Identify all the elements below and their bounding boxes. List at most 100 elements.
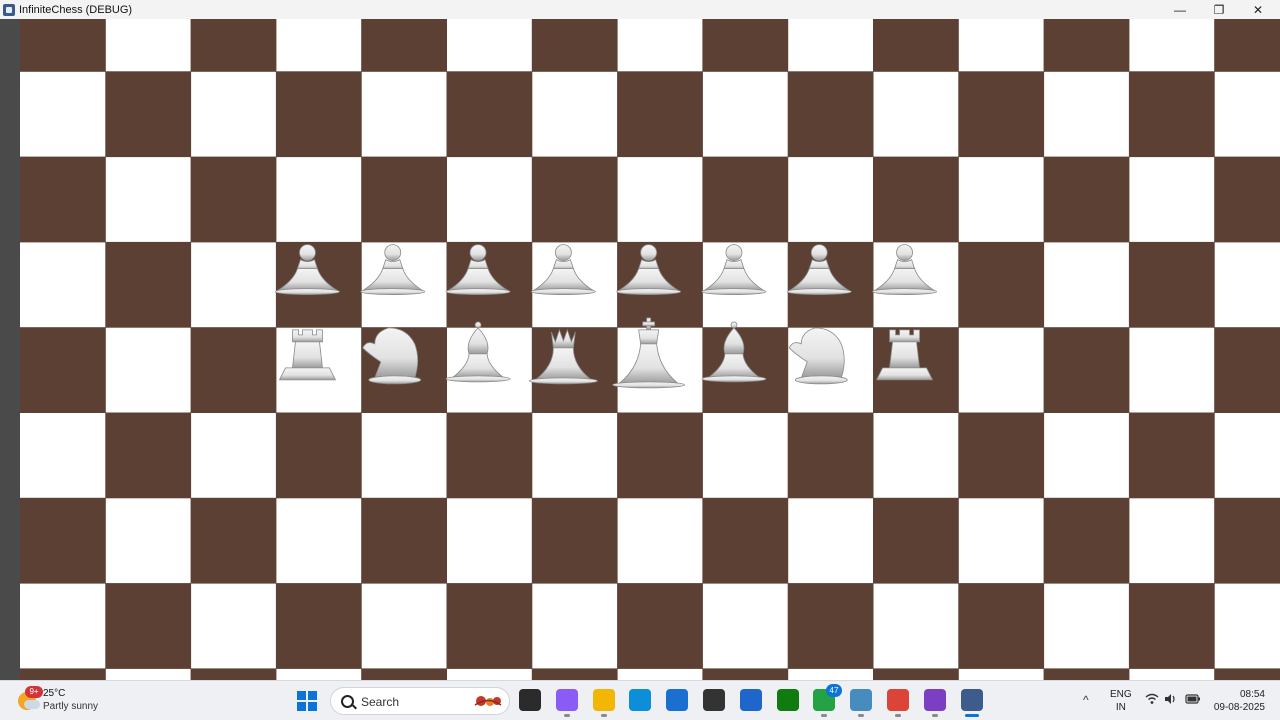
board-square[interactable] [1043,327,1130,413]
board-square[interactable] [20,668,106,680]
running-indicator [932,714,938,717]
board-square[interactable] [105,583,192,669]
white-pawn-piece[interactable] [360,244,426,296]
board-square[interactable] [105,241,192,328]
board-square[interactable] [1214,327,1280,413]
board-square[interactable] [105,71,192,158]
board-square[interactable] [275,71,362,158]
godot-icon[interactable] [850,689,872,711]
running-indicator [895,714,901,717]
title-bar: InfiniteChess (DEBUG) — ❐ ✕ [0,0,1280,19]
board-square[interactable] [958,241,1045,328]
board-square[interactable] [1128,412,1215,499]
board-square[interactable] [1214,497,1280,584]
minimize-button[interactable]: — [1161,0,1199,19]
board-square[interactable] [1214,668,1280,680]
board-canvas[interactable] [20,19,1280,680]
board-square[interactable] [20,497,106,584]
board-square[interactable] [446,412,533,499]
weather-widget[interactable]: 9+ 25°C Partly sunny [16,686,136,716]
wifi-icon[interactable] [1145,693,1159,708]
board-square[interactable] [531,668,618,680]
board-square[interactable] [20,19,106,72]
white-pawn-piece[interactable] [701,244,767,296]
board-square[interactable] [361,497,447,584]
weather-badge: 9+ [25,686,43,698]
board-square[interactable] [787,412,874,499]
taskbar-search[interactable]: Search [330,687,510,715]
battery-icon[interactable] [1185,693,1201,708]
clock[interactable]: 08:54 09-08-2025 [1208,688,1265,714]
board-square[interactable] [1128,241,1215,328]
board-square[interactable] [1043,668,1130,680]
board-square[interactable] [1128,71,1215,158]
board-square[interactable] [531,19,618,72]
copilot-icon[interactable] [556,689,578,711]
board-square[interactable] [20,327,106,413]
board-square[interactable] [190,156,277,243]
board-square[interactable] [531,156,618,243]
board-square[interactable] [873,19,959,72]
vs-code-icon[interactable] [740,689,762,711]
board-square[interactable] [1214,156,1280,243]
xbox-icon[interactable] [777,689,799,711]
board-square[interactable] [873,668,959,680]
board-square[interactable] [531,497,618,584]
running-indicator [821,714,827,717]
board-square[interactable] [1043,156,1130,243]
close-button[interactable]: ✕ [1239,0,1277,19]
board-square[interactable] [873,156,959,243]
board-square[interactable] [787,71,874,158]
volume-icon[interactable] [1164,693,1178,708]
board-square[interactable] [1214,19,1280,72]
board-square[interactable] [190,668,277,680]
board-square[interactable] [702,497,789,584]
language-indicator[interactable]: ENG IN [1110,688,1132,714]
edge-icon[interactable] [629,689,651,711]
godot-active-icon[interactable] [961,689,983,711]
board-square[interactable] [105,412,192,499]
board-square[interactable] [275,412,362,499]
board-square[interactable] [190,327,277,413]
board-square[interactable] [702,156,789,243]
microsoft-store-icon[interactable] [666,689,688,711]
white-king-piece[interactable] [612,317,686,389]
board-square[interactable] [361,156,447,243]
start-button[interactable] [297,691,317,711]
white-bishop-piece[interactable] [445,321,511,383]
language-code: ENG [1110,689,1132,700]
board-square[interactable] [873,497,959,584]
board-square[interactable] [275,583,362,669]
board-square[interactable] [702,19,789,72]
board-square[interactable] [958,583,1045,669]
tray-overflow-chevron[interactable]: ^ [1083,693,1089,707]
chess-board[interactable] [20,19,1280,680]
board-square[interactable] [1043,19,1130,72]
board-square[interactable] [617,71,703,158]
file-explorer-icon[interactable] [593,689,615,711]
board-square[interactable] [446,71,533,158]
board-square[interactable] [361,668,447,680]
board-square[interactable] [1043,497,1130,584]
board-square[interactable] [1128,583,1215,669]
clipchamp-icon[interactable] [924,689,946,711]
board-square[interactable] [617,412,703,499]
board-square[interactable] [446,583,533,669]
board-square[interactable] [702,668,789,680]
maximize-button[interactable]: ❐ [1200,0,1238,19]
white-pawn-piece[interactable] [872,244,937,296]
board-square[interactable] [958,412,1045,499]
file-manager-icon[interactable] [519,689,541,711]
board-square[interactable] [361,19,447,72]
white-rook-piece[interactable] [278,329,337,381]
board-square[interactable] [787,583,874,669]
board-square[interactable] [20,156,106,243]
white-knight-piece[interactable] [788,327,848,385]
board-square[interactable] [617,583,703,669]
board-square[interactable] [190,497,277,584]
chrome-icon[interactable] [887,689,909,711]
board-square[interactable] [190,19,277,72]
unity-icon[interactable] [703,689,725,711]
white-pawn-piece[interactable] [530,244,596,296]
board-square[interactable] [958,71,1045,158]
